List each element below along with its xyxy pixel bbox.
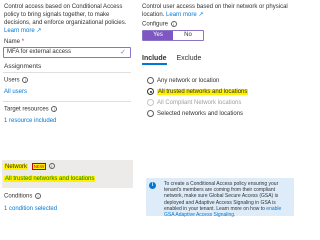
info-icon[interactable]: i [170,21,177,27]
policy-description: Control access based on Conditional Acce… [4,3,132,35]
new-badge: NEW [31,162,47,170]
policy-name-value[interactable]: MFA for external access [7,49,71,55]
external-link-icon[interactable]: ↗ [36,28,41,34]
tab-include[interactable]: Include [142,55,167,65]
assignments-heading: Assignments [4,63,42,70]
network-label: Network [4,163,29,170]
users-label-text: Users [4,77,20,84]
info-text: To create a Conditional Access policy en… [164,181,279,212]
policy-name-input[interactable]: MFA for external access ✓ [3,47,131,58]
info-icon[interactable]: i [22,77,29,83]
radio-button[interactable] [147,110,154,117]
learn-more-link[interactable]: Learn more [4,28,35,34]
configure-label: Configure i [142,21,177,28]
radio-option-selected-networks[interactable]: Selected networks and locations [147,110,243,117]
toggle-yes-button[interactable]: Yes [143,31,173,40]
radio-label: All trusted networks and locations [157,88,249,95]
target-label-text: Target resources [4,106,49,113]
conditions-label-text: Conditions [4,193,33,200]
toggle-no-button[interactable]: No [173,31,203,40]
name-field-label: Name * [4,39,24,45]
checkmark-icon: ✓ [120,49,126,56]
policy-description-text: Control access based on Conditional Acce… [4,4,127,26]
info-icon[interactable]: i [51,106,58,112]
network-settings-panel: Control user access based on their netwo… [142,0,300,218]
policy-settings-panel: Control access based on Conditional Acce… [0,0,135,218]
radio-option-any-network[interactable]: Any network or location [147,77,219,84]
network-description-text: Control user access based on their netwo… [142,4,288,18]
radio-option-all-trusted[interactable]: All trusted networks and locations [147,88,249,95]
divider [3,101,131,102]
users-label: Users i [4,77,29,84]
radio-button [147,99,154,106]
target-resources-value-link[interactable]: 1 resource included [4,118,56,124]
radio-label: Any network or location [157,77,220,84]
include-exclude-tabs: Include Exclude [142,55,201,65]
radio-label: All Compliant Network locations [157,99,242,106]
radio-button[interactable] [147,88,154,95]
info-icon: i [149,182,156,189]
radio-option-compliant-network: All Compliant Network locations [147,99,241,106]
configure-toggle[interactable]: Yes No [142,30,204,41]
radio-button[interactable] [147,77,154,84]
network-title-row: Network NEW i [4,162,55,170]
configure-label-text: Configure [142,21,169,28]
conditions-label: Conditions i [4,193,42,200]
network-value-link[interactable]: All trusted networks and locations [4,176,96,182]
conditions-value-link[interactable]: 1 condition selected [4,206,57,212]
target-resources-label: Target resources i [4,106,58,113]
tab-exclude[interactable]: Exclude [177,55,202,65]
users-value-link[interactable]: All users [4,89,27,95]
divider [3,72,131,73]
external-link-icon[interactable]: ↗ [198,12,203,18]
learn-more-link[interactable]: Learn more [166,12,197,18]
required-marker: * [21,39,25,45]
network-description: Control user access based on their netwo… [142,3,292,19]
info-icon[interactable]: i [35,193,42,199]
name-label-text: Name [4,39,21,45]
info-icon[interactable]: i [48,163,55,169]
radio-label: Selected networks and locations [157,110,244,117]
info-banner-text: To create a Conditional Access policy en… [164,181,289,218]
network-section[interactable]: Network NEW i All trusted networks and l… [2,160,133,188]
gsa-info-banner: i To create a Conditional Access policy … [146,178,294,218]
